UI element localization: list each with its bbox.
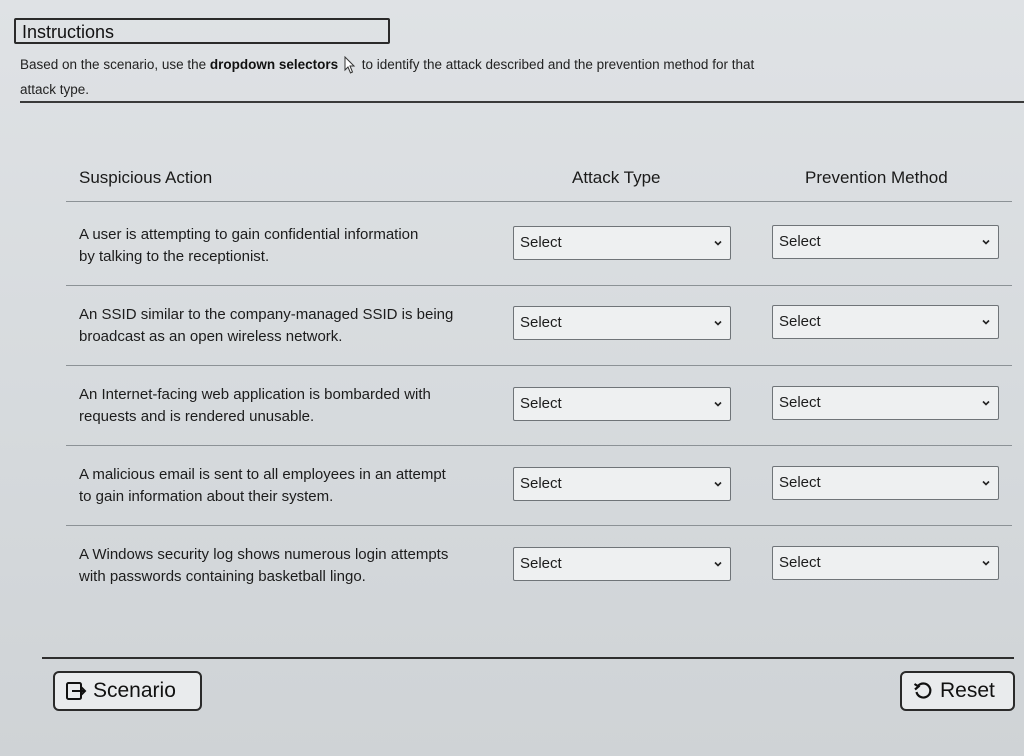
action-line-2: by talking to the receptionist. xyxy=(79,248,270,265)
chevron-down-icon xyxy=(714,320,722,326)
suspicious-action-text: An SSID similar to the company-managed S… xyxy=(79,304,509,348)
chevron-down-icon xyxy=(982,480,990,486)
action-line-1: A Windows security log shows numerous lo… xyxy=(79,546,449,563)
prevention-method-dropdown[interactable]: Select xyxy=(772,466,999,500)
prevention-method-value: Select xyxy=(779,233,821,250)
table-row: An SSID similar to the company-managed S… xyxy=(66,286,1012,366)
chevron-down-icon xyxy=(982,239,990,245)
chevron-down-icon xyxy=(714,401,722,407)
instructions-bold: dropdown selectors xyxy=(209,57,339,72)
prevention-method-dropdown[interactable]: Select xyxy=(772,386,999,420)
instructions-line-2: attack type. xyxy=(20,82,90,97)
attack-type-value: Select xyxy=(520,475,562,492)
header-prevention-method: Prevention Method xyxy=(805,168,948,187)
attack-type-value: Select xyxy=(520,234,562,251)
instructions-text-before: Based on the scenario, use the xyxy=(20,57,207,72)
chevron-down-icon xyxy=(982,319,990,325)
reset-button[interactable]: Reset xyxy=(900,671,1015,711)
prevention-method-dropdown[interactable]: Select xyxy=(772,305,999,339)
chevron-down-icon xyxy=(982,400,990,406)
attack-type-dropdown[interactable]: Select xyxy=(513,387,731,421)
reset-label: Reset xyxy=(940,679,995,702)
table-row: A Windows security log shows numerous lo… xyxy=(66,526,1012,606)
prevention-method-value: Select xyxy=(779,394,821,411)
header-attack-type: Attack Type xyxy=(572,168,661,187)
suspicious-action-text: A Windows security log shows numerous lo… xyxy=(79,544,509,588)
reset-icon xyxy=(913,682,932,699)
attack-type-value: Select xyxy=(520,555,562,572)
instructions-text: Based on the scenario, use the dropdown … xyxy=(20,52,840,102)
prevention-method-dropdown[interactable]: Select xyxy=(772,225,999,259)
footer-divider xyxy=(42,657,1014,659)
instructions-text-after: to identify the attack described and the… xyxy=(361,57,755,72)
action-line-1: A malicious email is sent to all employe… xyxy=(79,466,446,483)
attack-type-dropdown[interactable]: Select xyxy=(513,547,731,581)
instructions-line-1: Based on the scenario, use the dropdown … xyxy=(20,52,840,77)
prevention-method-value: Select xyxy=(779,474,821,491)
suspicious-action-text: A malicious email is sent to all employe… xyxy=(79,464,509,508)
instructions-divider xyxy=(20,101,1024,103)
instructions-title: Instructions xyxy=(14,18,390,44)
action-line-1: An Internet-facing web application is bo… xyxy=(79,386,431,403)
attack-type-value: Select xyxy=(520,314,562,331)
table-row: A malicious email is sent to all employe… xyxy=(66,446,1012,526)
chevron-down-icon xyxy=(982,560,990,566)
attack-type-value: Select xyxy=(520,395,562,412)
chevron-down-icon xyxy=(714,561,722,567)
header-suspicious-action: Suspicious Action xyxy=(79,168,213,187)
scenario-button[interactable]: Scenario xyxy=(53,671,202,711)
mouse-pointer-icon xyxy=(344,56,356,75)
exit-arrow-icon xyxy=(66,682,87,700)
action-line-1: An SSID similar to the company-managed S… xyxy=(79,306,454,323)
prevention-method-dropdown[interactable]: Select xyxy=(772,546,999,580)
action-line-2: requests and is rendered unusable. xyxy=(79,408,315,425)
page: Instructions Based on the scenario, use … xyxy=(0,0,1024,756)
prevention-method-value: Select xyxy=(779,554,821,571)
table-row: An Internet-facing web application is bo… xyxy=(66,366,1012,446)
suspicious-action-text: A user is attempting to gain confidentia… xyxy=(79,224,509,268)
action-line-1: A user is attempting to gain confidentia… xyxy=(79,226,419,243)
attack-type-dropdown[interactable]: Select xyxy=(513,226,731,260)
action-line-2: with passwords containing basketball lin… xyxy=(79,568,366,585)
scenario-label: Scenario xyxy=(93,679,176,702)
chevron-down-icon xyxy=(714,240,722,246)
suspicious-action-text: An Internet-facing web application is bo… xyxy=(79,384,509,428)
table-row: A user is attempting to gain confidentia… xyxy=(66,206,1012,286)
prevention-method-value: Select xyxy=(779,313,821,330)
action-line-2: broadcast as an open wireless network. xyxy=(79,328,343,345)
action-line-2: to gain information about their system. xyxy=(79,488,334,505)
chevron-down-icon xyxy=(714,481,722,487)
header-divider xyxy=(66,201,1012,202)
attack-type-dropdown[interactable]: Select xyxy=(513,306,731,340)
attack-type-dropdown[interactable]: Select xyxy=(513,467,731,501)
